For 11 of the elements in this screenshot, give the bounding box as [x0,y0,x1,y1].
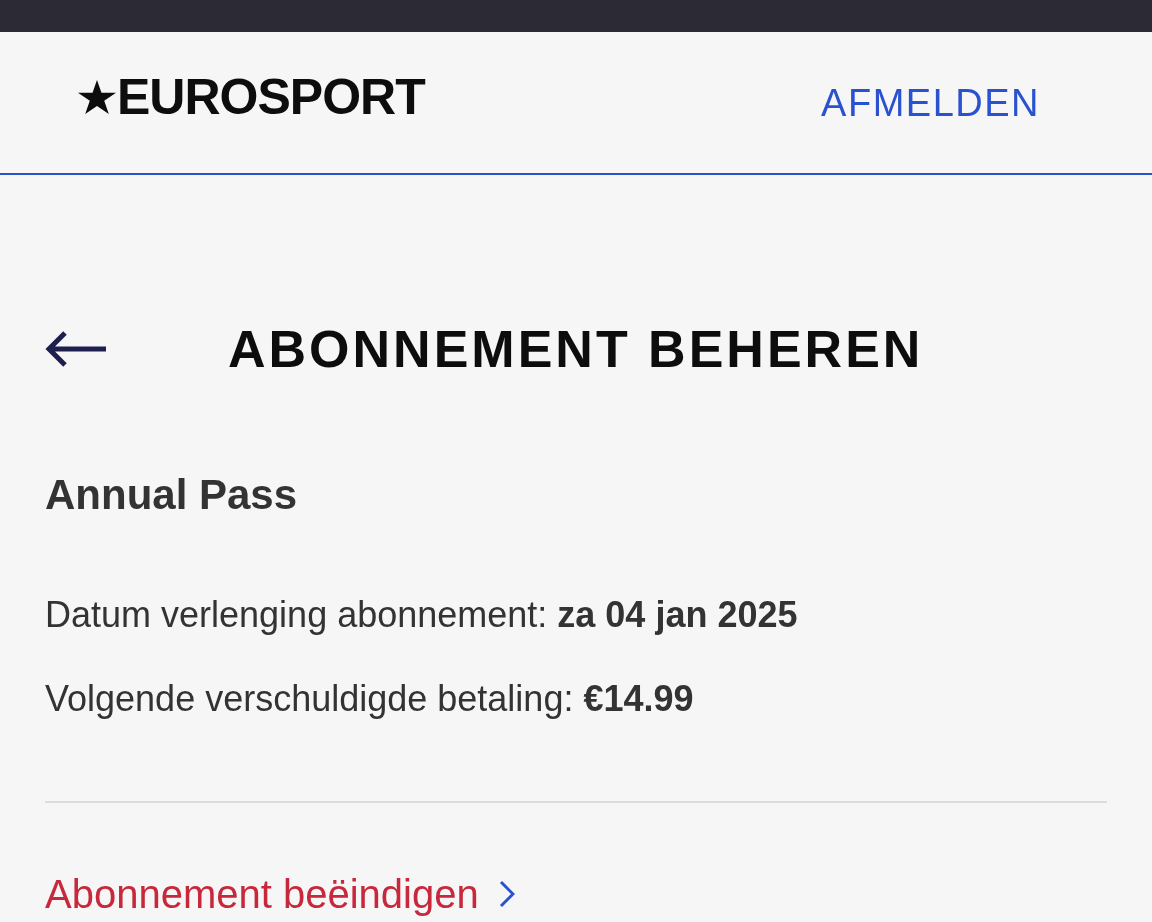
plan-name: Annual Pass [45,474,298,516]
subscription-detail: Volgende verschuldigde betaling: €14.99 [45,681,694,717]
back-button[interactable] [45,330,108,368]
cancel-subscription-link[interactable]: Abonnement beëindigen [45,874,515,914]
back-arrow-icon [45,330,108,368]
star-icon [78,78,116,115]
subscription-detail: Datum verlenging abonnement: za 04 jan 2025 [45,597,798,633]
logout-link[interactable]: AFMELDEN [821,83,1040,122]
logo-text: EUROSPORT [117,71,425,122]
page-title: ABONNEMENT BEHEREN [228,323,924,375]
chevron-right-icon [498,880,515,908]
